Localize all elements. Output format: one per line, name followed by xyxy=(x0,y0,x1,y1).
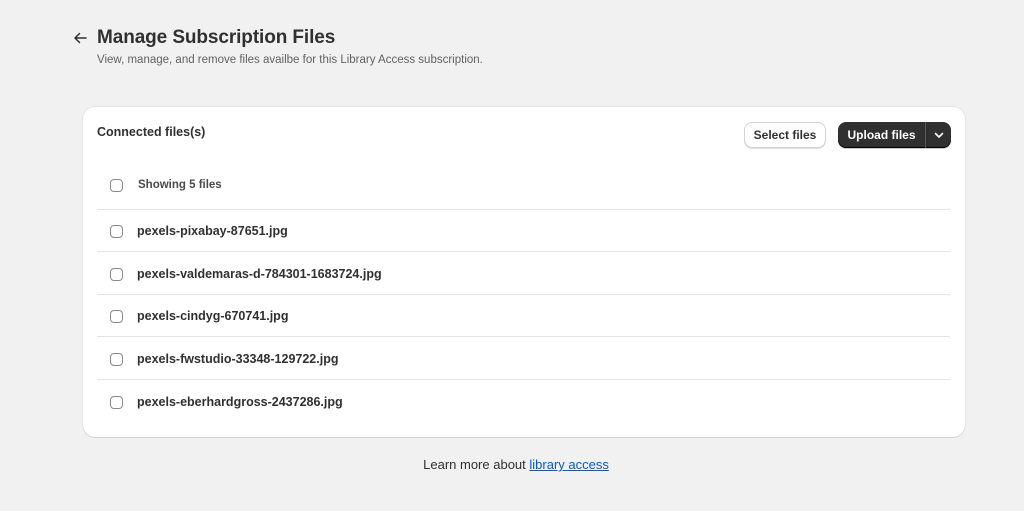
library-access-link[interactable]: library access xyxy=(529,457,608,472)
footer-text: Learn more about xyxy=(423,457,530,472)
file-name: pexels-fwstudio-33348-129722.jpg xyxy=(137,352,339,366)
page-subtitle: View, manage, and remove files availbe f… xyxy=(97,54,483,66)
file-checkbox[interactable] xyxy=(110,353,123,366)
connected-files-card: Connected files(s) Select files Upload f… xyxy=(83,107,965,437)
file-name: pexels-cindyg-670741.jpg xyxy=(137,309,289,323)
chevron-down-icon xyxy=(934,132,943,138)
upload-button-group: Upload files xyxy=(838,122,951,148)
back-button[interactable] xyxy=(70,28,90,48)
select-files-button[interactable]: Select files xyxy=(744,122,826,148)
page-title: Manage Subscription Files xyxy=(97,27,336,48)
upload-options-button[interactable] xyxy=(926,122,951,148)
file-row: pexels-cindyg-670741.jpg xyxy=(97,294,950,336)
file-checkbox[interactable] xyxy=(110,396,123,409)
file-checkbox[interactable] xyxy=(110,225,123,238)
showing-count-label: Showing 5 files xyxy=(138,179,222,191)
file-row: pexels-eberhardgross-2437286.jpg xyxy=(97,380,950,422)
file-name: pexels-valdemaras-d-784301-1683724.jpg xyxy=(137,267,382,281)
select-all-checkbox[interactable] xyxy=(110,179,123,192)
file-row: pexels-pixabay-87651.jpg xyxy=(97,209,950,251)
arrow-left-icon xyxy=(74,32,87,44)
file-checkbox[interactable] xyxy=(110,268,123,281)
file-name: pexels-eberhardgross-2437286.jpg xyxy=(137,395,343,409)
file-name: pexels-pixabay-87651.jpg xyxy=(137,224,288,238)
file-row: pexels-valdemaras-d-784301-1683724.jpg xyxy=(97,252,950,294)
upload-files-button[interactable]: Upload files xyxy=(838,122,925,148)
file-row: pexels-fwstudio-33348-129722.jpg xyxy=(97,337,950,379)
file-checkbox[interactable] xyxy=(110,310,123,323)
card-title: Connected files(s) xyxy=(97,125,206,139)
select-all-row: Showing 5 files xyxy=(97,169,950,209)
footer-learn-more: Learn more about library access xyxy=(0,457,1024,472)
